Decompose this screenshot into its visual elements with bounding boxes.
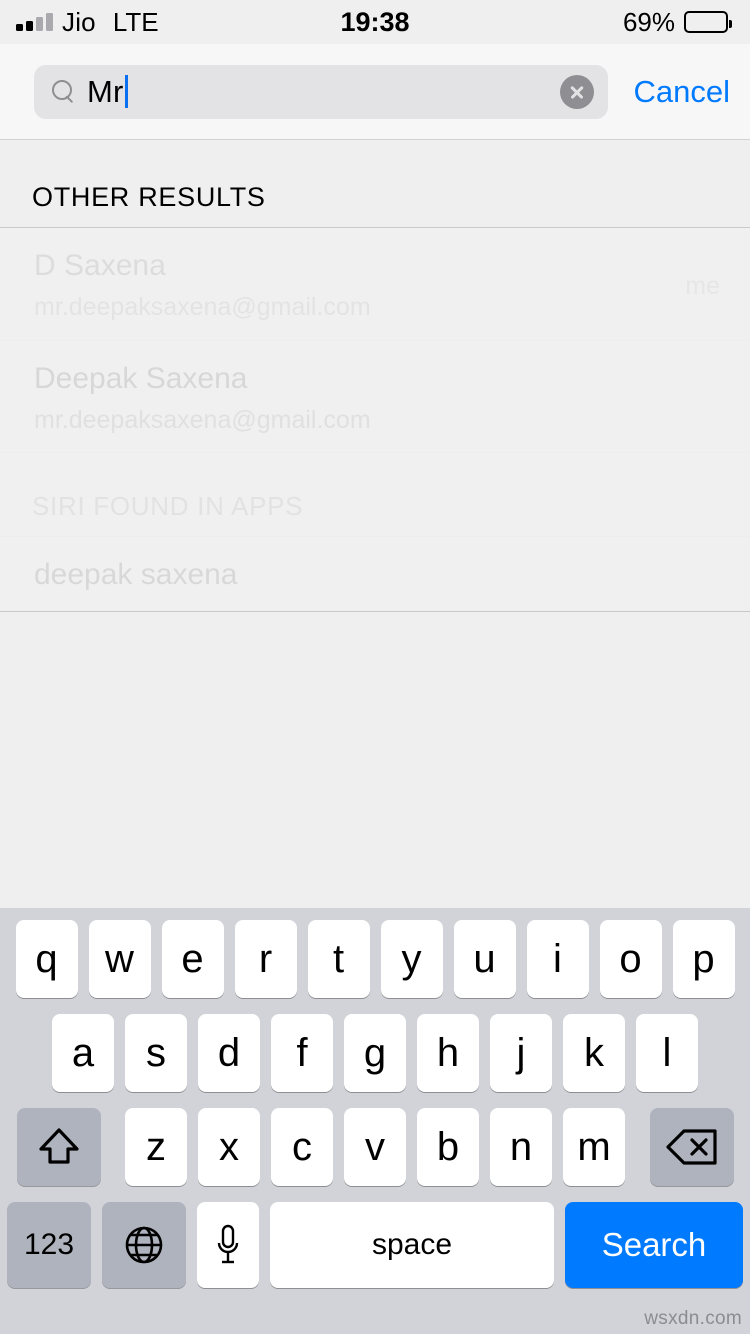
section-header-other-results: OTHER RESULTS [0,140,750,228]
list-item[interactable]: deepak saxena [0,537,750,611]
cancel-button[interactable]: Cancel [630,70,735,114]
table-row[interactable]: D Saxena mr.deepaksaxena@gmail.com me [0,228,750,341]
search-key[interactable]: Search [565,1202,743,1288]
keyboard-row-4: 123 space Search [0,1202,750,1288]
key-s[interactable]: s [125,1014,187,1092]
key-i[interactable]: i [526,920,589,998]
key-h[interactable]: h [417,1014,479,1092]
status-bar-right: 69% [622,6,732,38]
key-x[interactable]: x [198,1108,260,1186]
key-z[interactable]: z [125,1108,187,1186]
key-g[interactable]: g [344,1014,406,1092]
battery-percent-label: 69% [622,6,675,37]
search-input[interactable]: Mr [34,64,608,119]
key-d[interactable]: d [198,1014,260,1092]
signal-bars-icon [16,13,53,31]
siri-app-name: deepak saxena [34,558,238,591]
contact-name: Deepak Saxena [34,361,248,395]
network-type-label: LTE [112,6,159,37]
key-p[interactable]: p [672,920,735,998]
key-r[interactable]: r [234,920,297,998]
search-query-text: Mr [87,73,124,109]
carrier-label: Jio [62,6,96,37]
shift-arrow-icon [38,1128,79,1164]
table-row[interactable]: Deepak Saxena mr.deepaksaxena@gmail.com [0,340,750,453]
text-cursor [124,75,128,108]
keyboard-row-2: asdfghjkl [0,1014,750,1092]
search-bar: Mr Cancel [0,44,750,140]
key-o[interactable]: o [599,920,662,998]
contact-info: D Saxena mr.deepaksaxena@gmail.com [34,246,685,324]
contact-name: D Saxena [34,249,166,282]
backspace-icon [665,1129,717,1165]
key-c[interactable]: c [271,1108,333,1186]
key-v[interactable]: v [344,1108,406,1186]
key-t[interactable]: t [307,920,370,998]
status-bar: Jio LTE 19:38 69% [0,0,750,44]
key-u[interactable]: u [453,920,516,998]
status-bar-left: Jio LTE [16,7,159,38]
key-e[interactable]: e [161,920,224,998]
key-w[interactable]: w [88,920,151,998]
search-results-list: OTHER RESULTS D Saxena mr.deepaksaxena@g… [0,140,750,612]
search-icon [52,79,76,104]
keyboard-row-3: zxcvbnm [0,1108,750,1186]
key-f[interactable]: f [271,1014,333,1092]
clear-text-button[interactable] [559,74,594,109]
key-n[interactable]: n [490,1108,552,1186]
microphone-icon [217,1224,239,1264]
watermark: wsxdn.com [644,1308,742,1329]
key-q[interactable]: q [15,920,78,998]
contact-email: mr.deepaksaxena@gmail.com [34,293,371,321]
shift-key[interactable] [16,1108,101,1186]
onscreen-keyboard: qwertyuiop asdfghjkl zxcvbnm 123 space S… [0,908,750,1334]
key-k[interactable]: k [563,1014,625,1092]
space-key[interactable]: space [270,1202,554,1288]
globe-key[interactable] [102,1202,186,1288]
empty-content-area [0,612,750,880]
contact-tag: me [685,272,720,300]
delete-key[interactable] [649,1108,734,1186]
key-y[interactable]: y [380,920,443,998]
key-b[interactable]: b [417,1108,479,1186]
globe-icon [125,1226,163,1264]
numbers-key[interactable]: 123 [7,1202,91,1288]
dictation-key[interactable] [197,1202,259,1288]
section-header-siri-found-in-apps: SIRI FOUND IN APPS [0,453,750,537]
contact-email: mr.deepaksaxena@gmail.com [34,405,371,434]
key-a[interactable]: a [52,1014,114,1092]
key-l[interactable]: l [636,1014,698,1092]
keyboard-row-1: qwertyuiop [0,920,750,998]
siri-app-result: deepak saxena [34,555,720,594]
key-j[interactable]: j [490,1014,552,1092]
battery-icon [684,11,732,33]
key-m[interactable]: m [563,1108,625,1186]
contact-info: Deepak Saxena mr.deepaksaxena@gmail.com [34,359,720,437]
